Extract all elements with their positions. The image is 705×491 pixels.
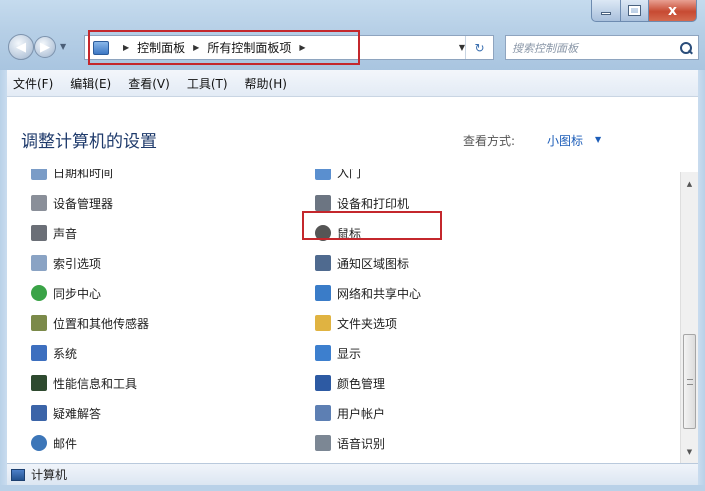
refresh-icon: ↻ bbox=[474, 40, 485, 55]
minimize-icon bbox=[601, 12, 611, 15]
search-placeholder: 搜索控制面板 bbox=[512, 41, 578, 55]
network-highlight-box bbox=[302, 211, 442, 240]
item-label: 日期和时间 bbox=[53, 169, 114, 180]
menu-file[interactable]: 文件(F) bbox=[13, 75, 53, 92]
printer-icon bbox=[315, 195, 331, 211]
close-icon: x bbox=[667, 2, 678, 19]
item-label: 邮件 bbox=[53, 436, 78, 451]
microphone-icon bbox=[315, 435, 331, 451]
item-label: 入门 bbox=[337, 169, 362, 180]
item-label: 网络和共享中心 bbox=[337, 286, 422, 301]
troubleshoot-icon bbox=[31, 405, 47, 421]
system-icon bbox=[31, 345, 47, 361]
scroll-up-icon[interactable]: ▲ bbox=[681, 180, 698, 188]
user-accounts-icon bbox=[315, 405, 331, 421]
window-border-bottom bbox=[0, 485, 705, 491]
item-sound[interactable]: 声音 bbox=[31, 222, 77, 244]
device-manager-icon bbox=[31, 195, 47, 211]
sync-icon bbox=[31, 285, 47, 301]
item-label: 颜色管理 bbox=[337, 376, 386, 391]
back-button[interactable]: ◀ bbox=[8, 34, 34, 60]
item-indexing[interactable]: 索引选项 bbox=[31, 252, 101, 274]
maximize-icon bbox=[628, 5, 641, 16]
vertical-scrollbar[interactable]: ▲ ▼ bbox=[680, 172, 698, 463]
item-getting-started[interactable]: 入门 bbox=[315, 169, 361, 183]
item-label: 索引选项 bbox=[53, 256, 102, 271]
search-input[interactable]: 搜索控制面板 bbox=[505, 35, 699, 60]
sensor-icon bbox=[31, 315, 47, 331]
getting-started-icon bbox=[315, 169, 331, 180]
item-label: 同步中心 bbox=[53, 286, 102, 301]
mail-icon bbox=[31, 435, 47, 451]
caption-buttons: x bbox=[591, 0, 697, 22]
page-title: 调整计算机的设置 bbox=[21, 132, 157, 152]
item-folder-options[interactable]: 文件夹选项 bbox=[315, 312, 397, 334]
network-icon bbox=[315, 285, 331, 301]
item-location-sensors[interactable]: 位置和其他传感器 bbox=[31, 312, 149, 334]
item-sync-center[interactable]: 同步中心 bbox=[31, 282, 101, 304]
item-label: 语音识别 bbox=[337, 436, 386, 451]
item-user-accounts[interactable]: 用户帐户 bbox=[315, 402, 385, 424]
chevron-down-icon[interactable]: ▼ bbox=[595, 135, 601, 144]
computer-icon bbox=[11, 468, 25, 481]
item-color-management[interactable]: 颜色管理 bbox=[315, 372, 385, 394]
color-management-icon bbox=[315, 375, 331, 391]
item-troubleshooting[interactable]: 疑难解答 bbox=[31, 402, 101, 424]
window-border-right bbox=[698, 70, 705, 491]
item-label: 用户帐户 bbox=[337, 406, 386, 421]
item-system[interactable]: 系统 bbox=[31, 342, 77, 364]
item-label: 疑难解答 bbox=[53, 406, 102, 421]
forward-button[interactable]: ▶ bbox=[34, 36, 56, 58]
menu-bar: 文件(F) 编辑(E) 查看(V) 工具(T) 帮助(H) bbox=[7, 70, 698, 97]
view-by-label: 查看方式: bbox=[463, 134, 516, 148]
back-arrow-icon: ◀ bbox=[16, 39, 26, 55]
item-label: 位置和其他传感器 bbox=[53, 316, 150, 331]
maximize-button[interactable] bbox=[621, 0, 649, 22]
item-performance[interactable]: 性能信息和工具 bbox=[31, 372, 137, 394]
menu-help[interactable]: 帮助(H) bbox=[245, 75, 287, 92]
close-button[interactable]: x bbox=[649, 0, 697, 22]
item-display[interactable]: 显示 bbox=[315, 342, 361, 364]
item-mail[interactable]: 邮件 bbox=[31, 432, 77, 454]
display-icon bbox=[315, 345, 331, 361]
view-by-dropdown[interactable]: 小图标 bbox=[547, 132, 583, 149]
menu-view[interactable]: 查看(V) bbox=[128, 75, 170, 92]
index-icon bbox=[31, 255, 47, 271]
menu-tools[interactable]: 工具(T) bbox=[187, 75, 228, 92]
speaker-icon bbox=[31, 225, 47, 241]
item-label: 声音 bbox=[53, 226, 78, 241]
item-label: 设备管理器 bbox=[53, 196, 114, 211]
minimize-button[interactable] bbox=[591, 0, 621, 22]
item-network-sharing[interactable]: 网络和共享中心 bbox=[315, 282, 421, 304]
search-icon[interactable] bbox=[680, 41, 692, 54]
item-label: 文件夹选项 bbox=[337, 316, 398, 331]
item-device-manager[interactable]: 设备管理器 bbox=[31, 192, 113, 214]
scroll-thumb[interactable] bbox=[683, 334, 696, 429]
item-label: 设备和打印机 bbox=[337, 196, 410, 211]
notification-icon bbox=[315, 255, 331, 271]
item-speech-recognition[interactable]: 语音识别 bbox=[315, 432, 385, 454]
item-label: 显示 bbox=[337, 346, 362, 361]
item-label: 通知区域图标 bbox=[337, 256, 410, 271]
status-text: 计算机 bbox=[31, 468, 68, 482]
grip-icon bbox=[687, 379, 693, 385]
forward-arrow-icon: ▶ bbox=[40, 39, 50, 55]
performance-icon bbox=[31, 375, 47, 391]
status-bar: 计算机 bbox=[7, 463, 698, 485]
folder-icon bbox=[315, 315, 331, 331]
item-label: 性能信息和工具 bbox=[53, 376, 138, 391]
menu-edit[interactable]: 编辑(E) bbox=[70, 75, 111, 92]
item-label: 系统 bbox=[53, 346, 78, 361]
address-highlight-box bbox=[88, 30, 360, 65]
refresh-button[interactable]: ↻ bbox=[465, 36, 493, 59]
item-date-time[interactable]: 日期和时间 bbox=[31, 169, 113, 183]
window-border-left bbox=[0, 70, 7, 491]
main-content: 调整计算机的设置 查看方式: 小图标 ▼ 日期和时间 设备管理器 声音 索引选项… bbox=[7, 97, 698, 463]
scroll-down-icon[interactable]: ▼ bbox=[681, 448, 698, 456]
recent-pages-dropdown[interactable]: ▼ bbox=[60, 42, 66, 51]
item-notification-icons[interactable]: 通知区域图标 bbox=[315, 252, 409, 274]
clock-icon bbox=[31, 169, 47, 180]
